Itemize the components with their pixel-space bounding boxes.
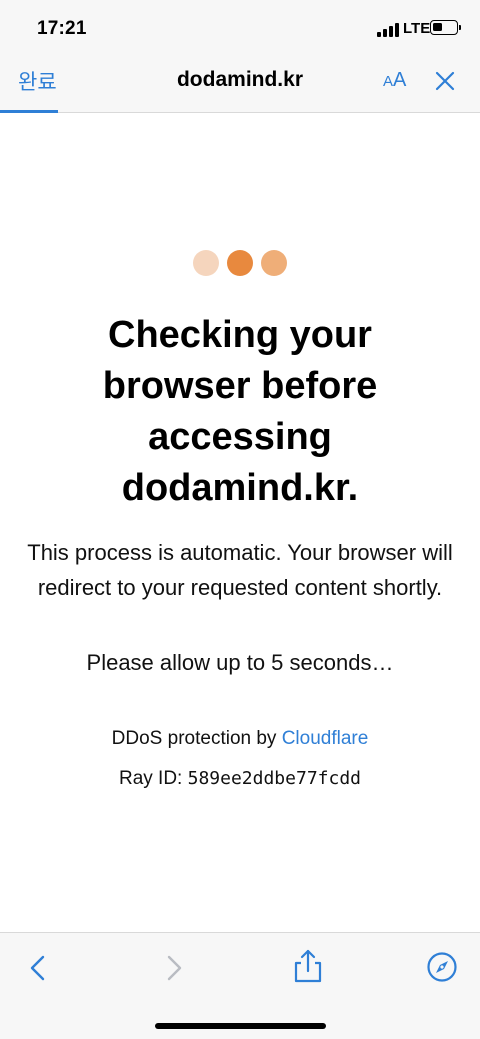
status-time: 17:21 [37, 18, 87, 39]
loading-dot [227, 250, 253, 276]
ray-id-line: Ray ID: 589ee2ddbe77fcdd [0, 768, 480, 790]
page-description: This process is automatic. Your browser … [27, 540, 453, 600]
cloudflare-link[interactable]: Cloudflare [282, 728, 369, 749]
ddos-prefix: DDoS protection by [111, 728, 282, 749]
loading-dot [261, 250, 287, 276]
home-indicator [155, 1023, 326, 1029]
ddos-protection-line: DDoS protection by Cloudflare [0, 728, 480, 750]
page-url-title: dodamind.kr [176, 68, 303, 91]
browser-nav-bar: 완료 dodamind.kr AA [0, 58, 480, 113]
battery-tip [459, 25, 461, 30]
network-type: LTE [403, 20, 431, 37]
compass-icon[interactable] [426, 951, 458, 983]
battery-icon [430, 20, 458, 35]
back-icon[interactable] [24, 953, 54, 983]
share-icon[interactable] [292, 949, 324, 983]
loading-dot [193, 250, 219, 276]
signal-bars-icon [377, 23, 399, 37]
ray-id-value: 589ee2ddbe77fcdd [187, 768, 361, 789]
close-icon[interactable] [434, 70, 456, 92]
text-size-small-label: A [383, 73, 394, 90]
wait-notice: Please allow up to 5 seconds… [86, 650, 394, 675]
text-size-large-label: A [393, 69, 407, 91]
page-heading: Checking your browser before accessing d… [102, 314, 378, 509]
loading-indicator [0, 250, 480, 281]
ray-label: Ray ID: [118, 768, 188, 789]
status-bar: 17:21 LTE [0, 0, 480, 58]
done-underline [0, 110, 58, 113]
forward-icon[interactable] [158, 953, 188, 983]
browser-toolbar [0, 932, 480, 1039]
text-size-button[interactable]: AA [383, 69, 406, 92]
